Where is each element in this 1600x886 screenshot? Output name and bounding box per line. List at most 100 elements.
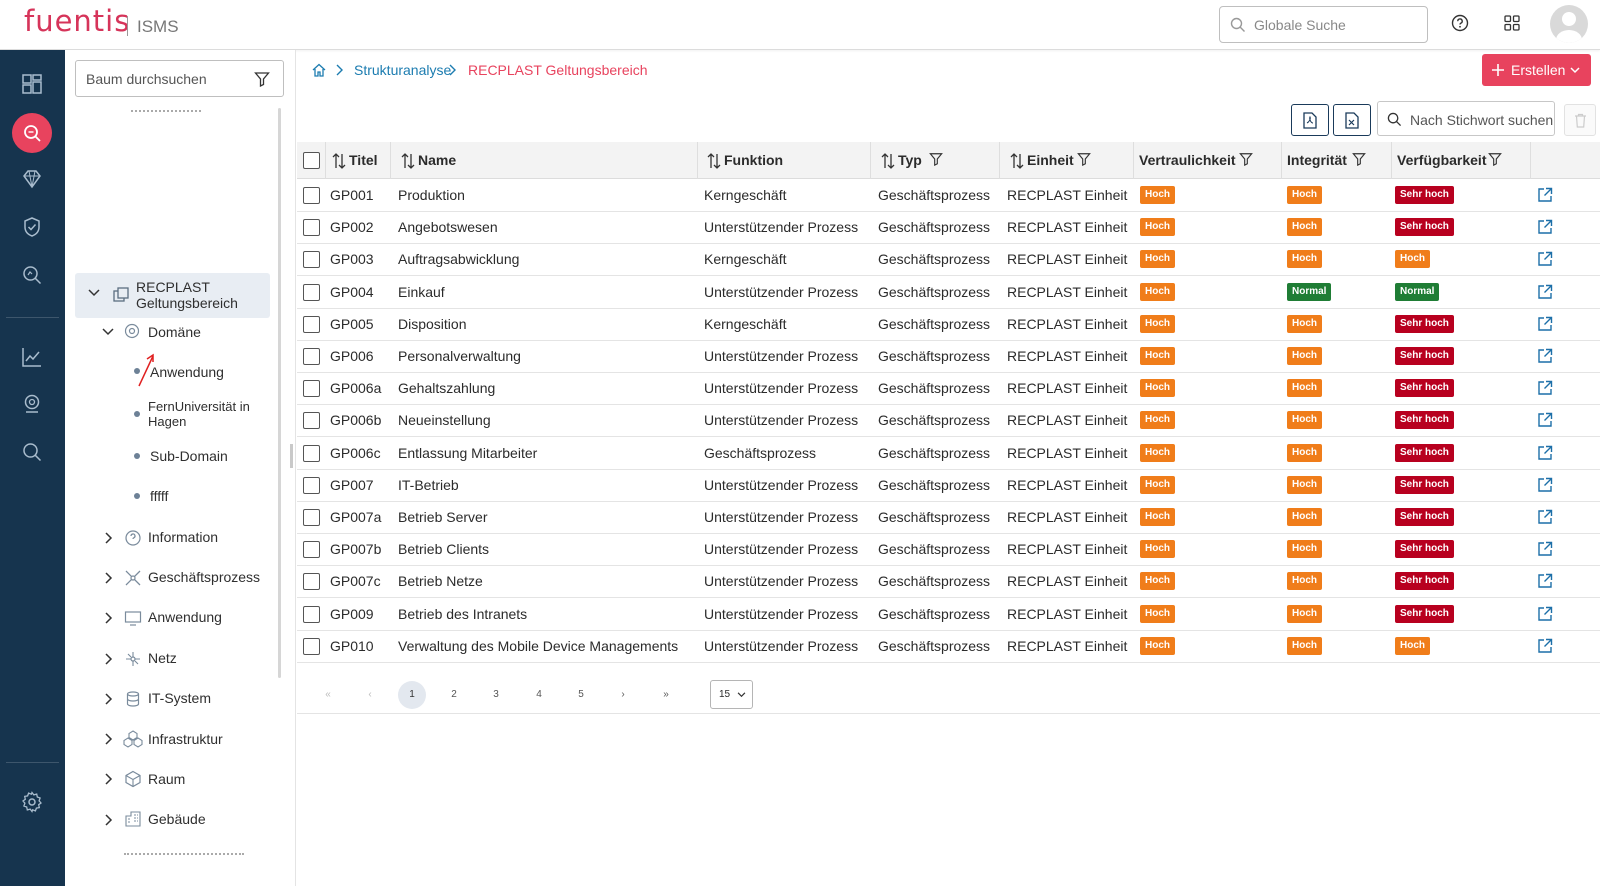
row-checkbox[interactable]	[303, 348, 320, 365]
table-row[interactable]: GP010Verwaltung des Mobile Device Manage…	[297, 630, 1600, 663]
global-search-input[interactable]: Globale Suche	[1219, 6, 1428, 43]
chevron-right-icon[interactable]	[105, 814, 113, 826]
table-row[interactable]: GP004EinkaufUnterstützender ProzessGesch…	[297, 276, 1600, 309]
open-external-icon[interactable]	[1537, 380, 1553, 396]
last-page-button[interactable]: »	[652, 681, 680, 709]
chevron-down-icon[interactable]	[88, 289, 100, 297]
open-external-icon[interactable]	[1537, 573, 1553, 589]
risk-search-icon[interactable]	[20, 263, 44, 287]
open-external-icon[interactable]	[1537, 509, 1553, 525]
apps-grid-icon[interactable]	[1504, 15, 1520, 31]
chevron-right-icon[interactable]	[105, 572, 113, 584]
row-checkbox[interactable]	[303, 509, 320, 526]
row-checkbox[interactable]	[303, 541, 320, 558]
table-row[interactable]: GP002AngebotswesenUnterstützender Prozes…	[297, 211, 1600, 244]
export-pdf-button[interactable]	[1291, 104, 1329, 136]
row-checkbox[interactable]	[303, 251, 320, 268]
open-external-icon[interactable]	[1537, 638, 1553, 654]
chevron-down-icon[interactable]	[102, 328, 114, 336]
open-external-icon[interactable]	[1537, 219, 1553, 235]
column-header-titel[interactable]: Titel	[349, 152, 378, 168]
user-avatar[interactable]	[1550, 5, 1588, 43]
tree-item-information[interactable]: Information	[148, 529, 218, 545]
table-row[interactable]: GP006bNeueinstellungUnterstützender Proz…	[297, 404, 1600, 437]
open-external-icon[interactable]	[1537, 316, 1553, 332]
tree-item-domain[interactable]: Domäne	[148, 324, 201, 340]
filter-icon[interactable]	[1488, 152, 1502, 166]
chevron-right-icon[interactable]	[105, 693, 113, 705]
tree-scrollbar[interactable]	[278, 108, 281, 678]
home-icon[interactable]	[311, 62, 327, 78]
table-row[interactable]: GP007cBetrieb NetzeUnterstützender Proze…	[297, 565, 1600, 598]
structure-analysis-nav-active[interactable]	[12, 113, 52, 153]
open-external-icon[interactable]	[1537, 187, 1553, 203]
row-checkbox[interactable]	[303, 219, 320, 236]
tree-root-node[interactable]: RECPLAST Geltungsbereich	[75, 273, 270, 318]
dashboard-icon[interactable]	[20, 72, 44, 96]
tree-subitem-fernuni-line1[interactable]: FernUniversität in	[148, 399, 250, 414]
column-header-verfuegbarkeit[interactable]: Verfügbarkeit	[1397, 152, 1486, 168]
sort-icon[interactable]	[401, 153, 415, 169]
chevron-right-icon[interactable]	[105, 733, 113, 745]
open-external-icon[interactable]	[1537, 348, 1553, 364]
table-row[interactable]: GP006cEntlassung MitarbeiterGeschäftspro…	[297, 437, 1600, 470]
analysis-search-icon[interactable]	[20, 440, 44, 464]
row-checkbox[interactable]	[303, 445, 320, 462]
page-4-button[interactable]: 4	[525, 681, 553, 709]
table-row[interactable]: GP007bBetrieb ClientsUnterstützender Pro…	[297, 533, 1600, 566]
open-external-icon[interactable]	[1537, 606, 1553, 622]
filter-icon[interactable]	[1077, 152, 1091, 166]
row-checkbox[interactable]	[303, 187, 320, 204]
keyword-search-input[interactable]: Nach Stichwort suchen	[1377, 101, 1555, 136]
tree-subitem-subdomain[interactable]: Sub-Domain	[150, 448, 228, 464]
tree-item-network[interactable]: Netz	[148, 650, 177, 666]
app-logo[interactable]: fuentis	[24, 4, 130, 38]
column-header-funktion[interactable]: Funktion	[724, 152, 783, 168]
tree-item-application[interactable]: Anwendung	[148, 609, 222, 625]
open-external-icon[interactable]	[1537, 412, 1553, 428]
column-header-integritaet[interactable]: Integrität	[1287, 152, 1347, 168]
row-checkbox[interactable]	[303, 477, 320, 494]
column-header-einheit[interactable]: Einheit	[1027, 152, 1074, 168]
filter-icon[interactable]	[929, 152, 943, 166]
settings-gear-icon[interactable]	[20, 790, 44, 814]
sort-icon[interactable]	[707, 153, 721, 169]
tree-item-room[interactable]: Raum	[148, 771, 185, 787]
next-page-button[interactable]: ›	[609, 681, 637, 709]
prev-page-button[interactable]: ‹	[356, 681, 384, 709]
chevron-right-icon[interactable]	[105, 653, 113, 665]
row-checkbox[interactable]	[303, 606, 320, 623]
page-size-select[interactable]: 15	[710, 680, 753, 709]
audit-icon[interactable]	[20, 392, 44, 416]
first-page-button[interactable]: «	[314, 681, 342, 709]
filter-icon[interactable]	[1239, 152, 1253, 166]
page-5-button[interactable]: 5	[567, 681, 595, 709]
row-checkbox[interactable]	[303, 380, 320, 397]
shield-check-icon[interactable]	[20, 215, 44, 239]
table-row[interactable]: GP001ProduktionKerngeschäftGeschäftsproz…	[297, 179, 1600, 212]
page-2-button[interactable]: 2	[440, 681, 468, 709]
breadcrumb-structure-analysis[interactable]: Strukturanalyse	[354, 62, 451, 78]
page-1-button[interactable]: 1	[398, 681, 426, 709]
table-row[interactable]: GP005DispositionKerngeschäftGeschäftspro…	[297, 308, 1600, 341]
table-row[interactable]: GP006PersonalverwaltungUnterstützender P…	[297, 340, 1600, 373]
tree-item-building[interactable]: Gebäude	[148, 811, 206, 827]
open-external-icon[interactable]	[1537, 251, 1553, 267]
tree-subitem-anwendung[interactable]: Anwendung	[150, 364, 224, 380]
create-button[interactable]: Erstellen	[1482, 54, 1591, 86]
table-row[interactable]: GP003AuftragsabwicklungKerngeschäftGesch…	[297, 243, 1600, 276]
filter-icon[interactable]	[1352, 152, 1366, 166]
open-external-icon[interactable]	[1537, 477, 1553, 493]
help-icon[interactable]	[1451, 14, 1469, 32]
sort-icon[interactable]	[1010, 153, 1024, 169]
diamond-icon[interactable]	[20, 167, 44, 191]
chevron-right-icon[interactable]	[105, 612, 113, 624]
chevron-right-icon[interactable]	[105, 773, 113, 785]
column-header-vertraulichkeit[interactable]: Vertraulichkeit	[1139, 152, 1236, 168]
tree-subitem-fernuni-line2[interactable]: Hagen	[148, 414, 186, 429]
select-all-checkbox[interactable]	[303, 152, 320, 169]
tree-item-business-process[interactable]: Geschäftsprozess	[148, 569, 260, 585]
export-excel-button[interactable]	[1333, 104, 1371, 136]
tree-item-infrastructure[interactable]: Infrastruktur	[148, 731, 223, 747]
row-checkbox[interactable]	[303, 638, 320, 655]
